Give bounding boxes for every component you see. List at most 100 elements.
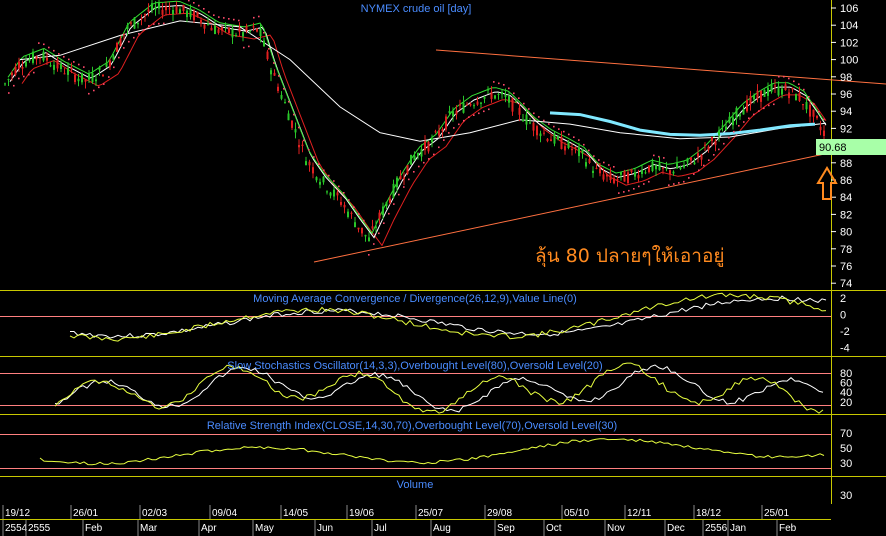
sar-dot xyxy=(233,18,235,21)
macd-tick-label: 2 xyxy=(840,293,846,305)
sar-dot xyxy=(348,199,350,201)
sar-dot xyxy=(568,133,570,136)
sar-dot xyxy=(148,25,150,27)
candle-body xyxy=(375,226,377,228)
candle-body xyxy=(399,175,402,180)
sar-dot xyxy=(788,77,790,80)
candle-body xyxy=(140,18,143,20)
sar-dot xyxy=(53,49,55,52)
candle-body xyxy=(522,119,524,122)
sar-dot xyxy=(473,114,475,116)
sar-dot xyxy=(43,43,45,46)
candle-body xyxy=(592,170,594,173)
candle-body xyxy=(662,167,664,169)
candle-body xyxy=(634,172,636,177)
rsi-panel[interactable] xyxy=(0,434,831,469)
sar-dot xyxy=(158,22,160,25)
price-tick-label: 78 xyxy=(840,244,852,256)
sar-dot xyxy=(138,33,140,35)
candle-body xyxy=(172,10,174,15)
candle-body xyxy=(487,88,489,91)
moving-average-red xyxy=(21,12,827,247)
candle-body xyxy=(158,2,160,9)
candle-body xyxy=(74,74,76,82)
candle-body xyxy=(497,94,500,95)
sar-dot xyxy=(573,136,575,138)
candle-body xyxy=(322,176,325,183)
candle-body xyxy=(420,149,423,157)
candle-body xyxy=(343,204,346,208)
moving-average-green xyxy=(7,0,825,235)
date-tick-label: 19/12 xyxy=(5,508,30,519)
rsi-tick-label: 70 xyxy=(840,428,852,440)
sar-dot xyxy=(578,139,580,141)
candle-body xyxy=(81,72,83,83)
sar-dot xyxy=(633,188,635,190)
sar-dot xyxy=(33,71,35,74)
candle-body xyxy=(805,102,808,110)
price-tick-label: 92 xyxy=(840,123,852,135)
sar-dot xyxy=(58,53,60,55)
candle-body xyxy=(648,165,650,173)
volume-tick-label: 30 xyxy=(840,490,852,502)
candle-body xyxy=(392,183,395,198)
sar-dot xyxy=(638,185,640,188)
candle-body xyxy=(291,120,293,128)
price-panel[interactable] xyxy=(4,0,886,263)
candle-body xyxy=(585,162,587,167)
candle-body xyxy=(14,66,17,75)
sar-dot xyxy=(208,11,210,13)
month-tick-label: Sep xyxy=(497,523,515,534)
candle-body xyxy=(186,10,188,18)
sar-dot xyxy=(538,116,540,118)
candle-body xyxy=(70,67,73,69)
sar-dot xyxy=(523,102,525,105)
candle-body xyxy=(105,62,108,67)
sar-dot xyxy=(248,45,250,48)
month-tick-label: Mar xyxy=(140,523,158,534)
sar-dot xyxy=(163,22,165,25)
stock-chart[interactable]: NYMEX crude oil [day] 106 104 102 100 98 96 94… xyxy=(0,0,886,536)
sar-dot xyxy=(343,192,345,194)
candle-body xyxy=(809,104,811,117)
volume-title: Volume xyxy=(397,479,434,491)
candles xyxy=(4,0,825,242)
annotation-text: ลุ้น 80 ปลายๆให้เอาอยู่ xyxy=(535,245,725,268)
candle-body xyxy=(791,87,794,90)
price-tick-label: 84 xyxy=(840,192,852,204)
month-tick-label: Aug xyxy=(433,523,451,534)
candle-body xyxy=(11,72,13,76)
candle-body xyxy=(385,202,388,206)
sar-dot xyxy=(583,143,585,146)
candle-body xyxy=(546,138,549,142)
candle-body xyxy=(137,22,139,25)
last-price-value: 90.68 xyxy=(819,142,847,154)
sar-dot xyxy=(693,173,695,175)
candle-body xyxy=(280,95,283,99)
candle-body xyxy=(35,56,38,60)
sar-dot xyxy=(403,186,405,188)
candle-body xyxy=(767,87,769,96)
candle-body xyxy=(483,96,486,99)
candle-body xyxy=(329,192,332,196)
candle-body xyxy=(777,86,780,96)
candle-body xyxy=(210,27,213,31)
candle-body xyxy=(112,55,115,60)
sar-dot xyxy=(313,156,315,158)
candle-body xyxy=(599,168,601,174)
macd-tick-label: 0 xyxy=(840,310,846,322)
candle-body xyxy=(679,167,682,170)
month-tick-label: Jun xyxy=(317,523,333,534)
price-tick-label: 106 xyxy=(840,3,858,15)
candle-body xyxy=(690,157,692,161)
rsi-line xyxy=(39,438,825,466)
candle-body xyxy=(459,104,461,106)
candle-body xyxy=(434,131,437,133)
candle-body xyxy=(721,125,724,127)
candle-body xyxy=(655,165,657,170)
sar-dot xyxy=(768,104,770,107)
sar-dot xyxy=(413,171,415,173)
candle-body xyxy=(466,104,468,106)
moving-average-slow xyxy=(19,20,827,142)
month-tick-label: Feb xyxy=(85,523,103,534)
